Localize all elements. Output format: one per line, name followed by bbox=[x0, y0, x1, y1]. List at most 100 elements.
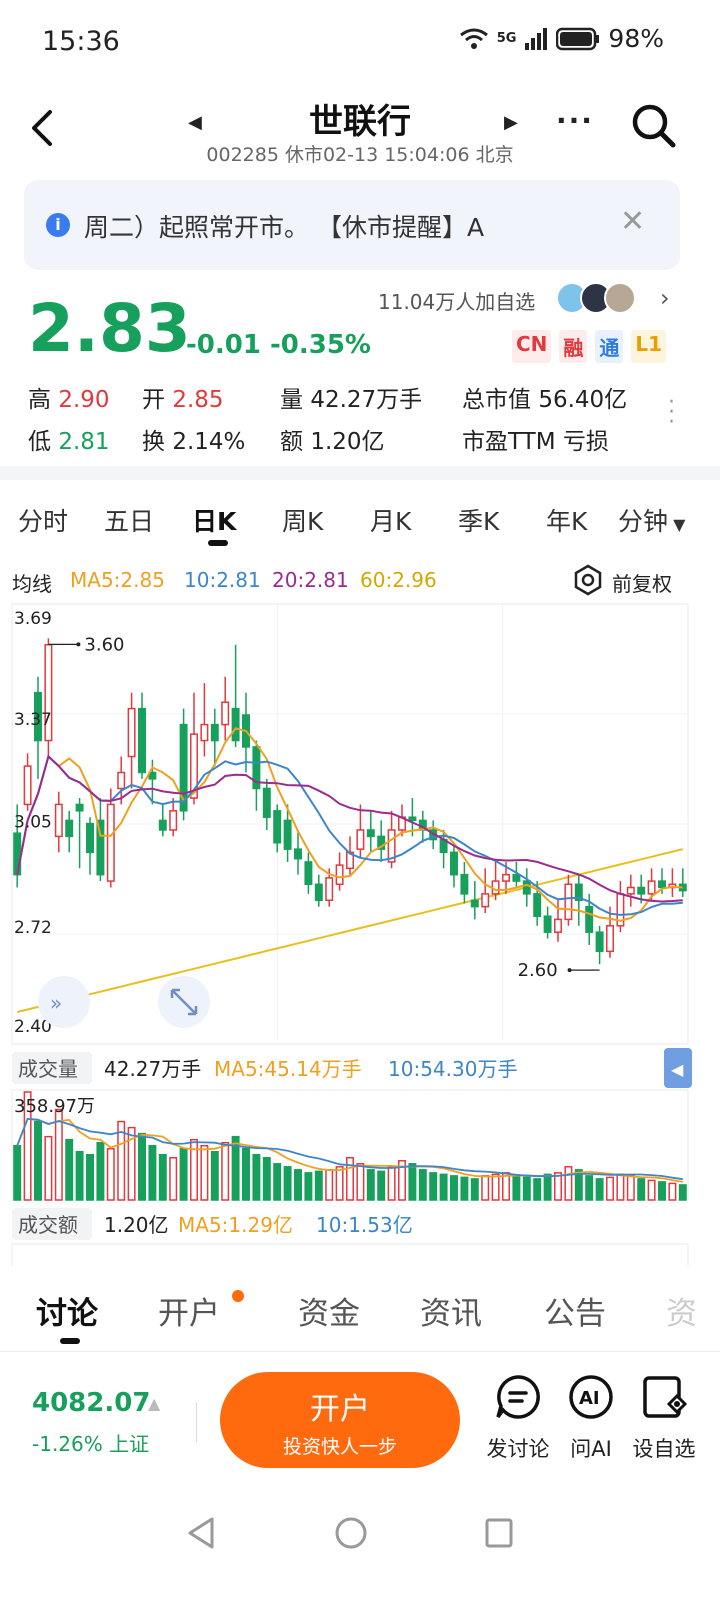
stat-pe: 市盈TTM 亏损 bbox=[462, 429, 609, 455]
active-tab-indicator bbox=[208, 540, 228, 546]
tab-funds[interactable]: 资金 bbox=[298, 1288, 360, 1333]
ma-legend-label: 均线 bbox=[12, 572, 52, 596]
tab-news[interactable]: 资讯 bbox=[420, 1288, 482, 1333]
amount-label[interactable]: 成交额 bbox=[18, 1213, 78, 1237]
search-icon[interactable] bbox=[630, 102, 678, 150]
index-value[interactable]: 4082.07 bbox=[32, 1388, 150, 1418]
next-stock-arrow-icon[interactable]: ▶ bbox=[504, 112, 518, 133]
adjust-mode[interactable]: 前复权 bbox=[612, 568, 672, 597]
volume-bar bbox=[169, 1157, 178, 1201]
ma10-line bbox=[16, 754, 683, 916]
more-stats-icon[interactable]: · · · bbox=[668, 392, 675, 434]
candle bbox=[127, 707, 136, 758]
signal-icon bbox=[525, 27, 548, 50]
tab-intraday[interactable]: 分时 bbox=[18, 502, 68, 538]
tab-daily-k[interactable]: 日K bbox=[192, 502, 236, 538]
volume-bar bbox=[200, 1144, 209, 1201]
tab-minute[interactable]: 分钟 ▼ bbox=[618, 502, 685, 538]
candle bbox=[262, 787, 271, 818]
caret-up-icon: ▲ bbox=[148, 1394, 161, 1413]
candle bbox=[356, 829, 365, 850]
page-title: 世联行 bbox=[309, 102, 411, 142]
volume-bar bbox=[13, 1144, 22, 1201]
volume-bar bbox=[44, 1135, 53, 1201]
volume-bar bbox=[335, 1166, 344, 1201]
battery-icon bbox=[556, 27, 600, 50]
back-nav-icon[interactable] bbox=[186, 1516, 216, 1550]
volume-bar bbox=[460, 1176, 469, 1201]
candle bbox=[304, 861, 313, 886]
network-label: 5G bbox=[496, 31, 517, 46]
volume-bar bbox=[86, 1153, 94, 1201]
volume-bar bbox=[356, 1163, 365, 1201]
volume-bar bbox=[554, 1172, 562, 1201]
add-watchlist-label: 设自选 bbox=[632, 1437, 696, 1461]
tab-five-day[interactable]: 五日 bbox=[104, 502, 154, 538]
info-icon: i bbox=[46, 213, 70, 237]
tab-announcements[interactable]: 公告 bbox=[544, 1288, 606, 1333]
kline-chart[interactable]: 3.693.373.052.722.40 3.602.60 » 成交量 42.2… bbox=[0, 600, 720, 1270]
volume-bar bbox=[637, 1178, 646, 1201]
candle bbox=[106, 803, 115, 882]
candle bbox=[585, 905, 594, 933]
volume-bar bbox=[210, 1150, 219, 1201]
volume-label[interactable]: 成交量 bbox=[18, 1057, 78, 1081]
last-price: 2.83 bbox=[28, 290, 191, 367]
watcher-avatars[interactable] bbox=[556, 282, 636, 314]
volume-bar bbox=[242, 1147, 250, 1201]
volume-bar bbox=[418, 1169, 427, 1201]
low-marker-dot bbox=[567, 968, 572, 973]
tab-more[interactable]: 资 bbox=[666, 1288, 697, 1333]
candle bbox=[502, 873, 510, 882]
close-icon[interactable]: ✕ bbox=[620, 204, 645, 239]
amount-value: 1.20亿 bbox=[104, 1213, 169, 1237]
watchers-count[interactable]: 11.04万人加自选 bbox=[378, 286, 535, 315]
home-nav-icon[interactable] bbox=[334, 1516, 368, 1550]
add-watchlist-button[interactable]: 设自选 bbox=[624, 1374, 704, 1463]
system-nav-bar bbox=[0, 1502, 720, 1610]
volume-bar bbox=[325, 1169, 334, 1201]
footer-bar: 4082.07 ▲ -1.26% 上证 开户 投资快人一步 发讨论 AI 问AI… bbox=[0, 1352, 720, 1502]
price-change: -0.01 -0.35% bbox=[186, 330, 371, 360]
tab-quarterly-k[interactable]: 季K bbox=[458, 502, 499, 538]
candle bbox=[543, 915, 552, 933]
volume-bar bbox=[54, 1108, 63, 1201]
candle bbox=[210, 723, 219, 742]
candle bbox=[533, 893, 542, 917]
tab-discussion[interactable]: 讨论 bbox=[36, 1288, 98, 1333]
candle bbox=[626, 886, 635, 895]
volume-bar bbox=[158, 1153, 167, 1201]
volume-bar bbox=[148, 1144, 157, 1201]
volume-bar bbox=[273, 1163, 282, 1201]
volume-bar bbox=[647, 1179, 656, 1201]
recents-nav-icon[interactable] bbox=[484, 1516, 514, 1550]
adjust-settings-icon[interactable] bbox=[572, 564, 604, 596]
post-discussion-button[interactable]: 发讨论 bbox=[478, 1374, 558, 1463]
volume-value: 42.27万手 bbox=[104, 1057, 201, 1081]
status-time: 15:36 bbox=[42, 26, 120, 57]
index-change[interactable]: -1.26% 上证 bbox=[32, 1428, 149, 1457]
ma-legend: 均线 MA5:2.85 10:2.81 20:2.81 60:2.96 前复权 bbox=[0, 562, 720, 598]
candle bbox=[294, 848, 302, 860]
more-icon[interactable]: ··· bbox=[556, 104, 594, 137]
volume-bar bbox=[606, 1176, 614, 1201]
y-tick-label: 2.72 bbox=[14, 918, 52, 938]
ask-ai-button[interactable]: AI 问AI bbox=[551, 1374, 631, 1463]
tab-weekly-k[interactable]: 周K bbox=[282, 502, 323, 538]
tab-open-account[interactable]: 开户 bbox=[158, 1288, 220, 1333]
section-divider bbox=[0, 466, 720, 480]
volume-bar bbox=[377, 1170, 386, 1201]
double-chevron-icon: » bbox=[50, 991, 62, 1015]
kline-period-tabs: 分时 五日 日K 周K 月K 季K 年K 分钟 ▼ bbox=[0, 484, 720, 550]
stat-mktcap: 总市值 56.40亿 bbox=[462, 387, 628, 413]
open-account-button[interactable]: 开户 投资快人一步 bbox=[220, 1372, 460, 1468]
candle bbox=[512, 873, 521, 882]
volume-bar bbox=[668, 1182, 677, 1201]
candle bbox=[481, 893, 490, 908]
tab-yearly-k[interactable]: 年K bbox=[546, 502, 587, 538]
expand-left-icon[interactable] bbox=[38, 976, 90, 1028]
volume-bar bbox=[533, 1178, 542, 1201]
chevron-right-icon[interactable]: › bbox=[660, 284, 670, 312]
tab-monthly-k[interactable]: 月K bbox=[370, 502, 411, 538]
notice-banner[interactable]: i 周二）起照常开市。 【休市提醒】A ✕ bbox=[24, 180, 680, 270]
